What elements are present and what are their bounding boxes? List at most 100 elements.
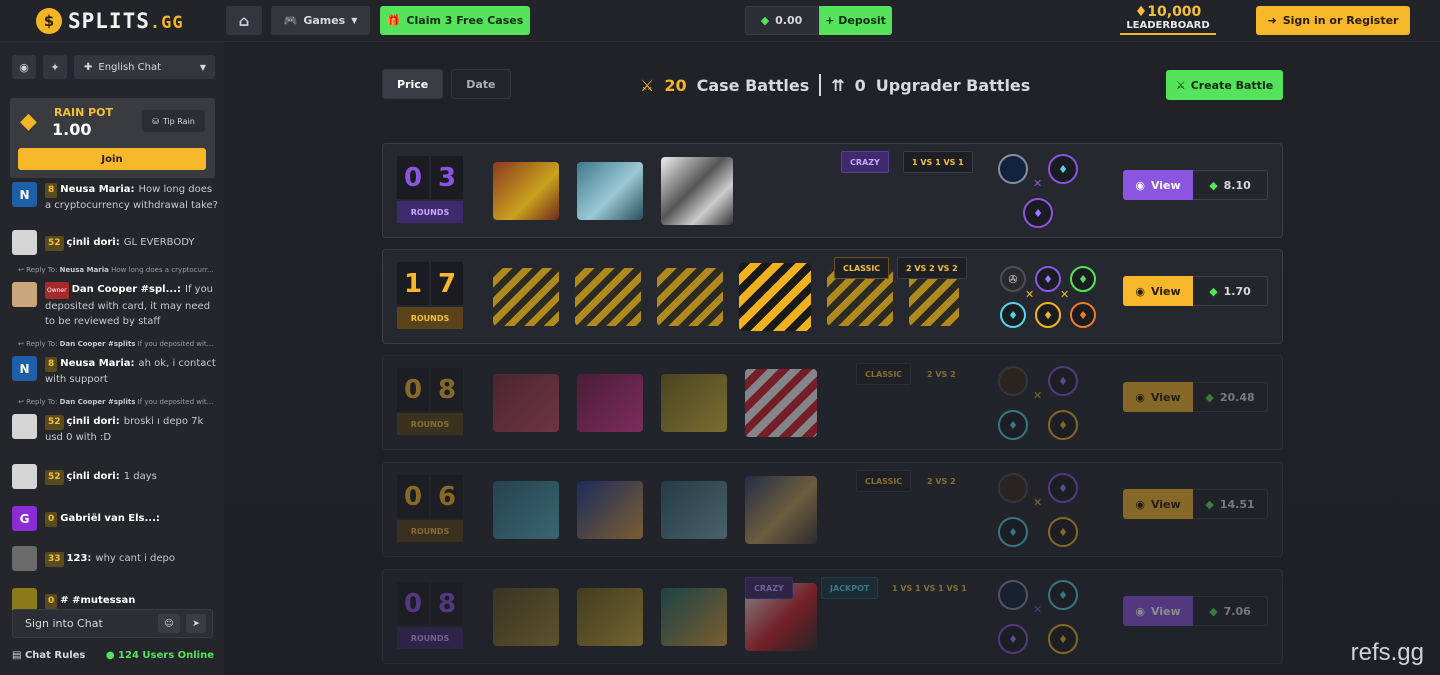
chat-input[interactable]: Sign into Chat ☺ ➤ (12, 609, 213, 638)
diamond-icon: ◆ (20, 109, 37, 134)
battle-row[interactable]: 17 ROUNDS CLASSIC 2 VS 2 VS 2 ✇ ✕ ♦ ✕ ♦ … (382, 249, 1283, 344)
players: ✕ ♦ ♦ (997, 152, 1097, 230)
empty-slot-diamond-icon[interactable]: ♦ (1048, 517, 1078, 547)
games-dropdown[interactable]: 🎮 Games ▼ (271, 6, 370, 35)
emoji-icon[interactable]: ☺ (158, 614, 180, 633)
rounds-label: ROUNDS (397, 201, 463, 223)
empty-slot-diamond-icon[interactable]: ♦ (1035, 302, 1061, 328)
twitter-icon[interactable]: ✦ (43, 55, 67, 79)
case-image (661, 588, 727, 646)
avatar (12, 546, 37, 571)
username[interactable]: Neusa Maria: (60, 184, 134, 195)
empty-slot-diamond-icon[interactable]: ♦ (998, 624, 1028, 654)
uk-flag-icon: ✚ (84, 61, 93, 73)
username[interactable]: Neusa Maria: (60, 358, 134, 369)
avatar (12, 464, 37, 489)
price-value: 20.48 (1219, 390, 1255, 404)
username[interactable]: çinli dori: (67, 237, 120, 248)
round-digit: 7 (431, 262, 463, 305)
deposit-button[interactable]: + Deposit (819, 6, 892, 35)
gamepad-icon: 🎮 (283, 14, 298, 27)
gem-icon: ◆ (1209, 178, 1218, 192)
empty-slot-diamond-icon[interactable]: ♦ (998, 410, 1028, 440)
level-badge: 52 (45, 236, 64, 251)
username[interactable]: Dan Cooper #spl...: (72, 284, 181, 295)
rounds-label: ROUNDS (397, 520, 463, 542)
coins-icon: ⛁ (152, 116, 159, 126)
empty-slot-diamond-icon[interactable]: ♦ (1048, 410, 1078, 440)
deposit-label: Deposit (838, 14, 886, 27)
empty-slot-diamond-icon[interactable]: ♦ (1048, 580, 1078, 610)
username[interactable]: Gabriël van Els...: (60, 513, 160, 524)
rounds-counter: 03 ROUNDS (397, 156, 463, 223)
logo[interactable]: $ SPLITS.GG (36, 8, 184, 34)
round-digit: 6 (431, 475, 463, 518)
empty-slot-diamond-icon[interactable]: ♦ (1070, 302, 1096, 328)
format-tag: 2 VS 2 VS 2 (897, 257, 967, 279)
username[interactable]: çinli dori: (67, 416, 120, 427)
view-battle-button[interactable]: ◉ View (1123, 596, 1193, 626)
empty-slot-diamond-icon[interactable]: ♦ (1048, 473, 1078, 503)
empty-slot-diamond-icon[interactable]: ♦ (1035, 266, 1061, 292)
language-select[interactable]: ✚ English Chat ▼ (74, 55, 215, 79)
swords-icon: ✕ (1025, 288, 1035, 301)
watermark: refs.gg (1350, 639, 1424, 666)
empty-slot-diamond-icon[interactable]: ♦ (1023, 198, 1053, 228)
empty-slot-diamond-icon[interactable]: ♦ (1048, 366, 1078, 396)
format-tag: 1 VS 1 VS 1 (903, 151, 973, 173)
send-icon[interactable]: ➤ (186, 614, 206, 633)
tab-price[interactable]: Price (382, 69, 444, 99)
balance-value: 0.00 (775, 14, 803, 27)
leaderboard-link[interactable]: ♦10,000 LEADERBOARD (1120, 4, 1216, 35)
battle-price: ◆ 14.51 (1193, 489, 1268, 519)
logo-tld: .GG (149, 13, 184, 33)
sign-in-button[interactable]: ➜ Sign in or Register (1256, 6, 1410, 35)
empty-slot-diamond-icon[interactable]: ♦ (998, 517, 1028, 547)
view-battle-button[interactable]: ◉ View (1123, 489, 1193, 519)
discord-icon[interactable]: ◉ (12, 55, 36, 79)
rounds-counter: 08 ROUNDS (397, 582, 463, 649)
reply-reference: ↩ Reply To: Neusa Maria How long does a … (18, 266, 214, 274)
username[interactable]: # #mutessan (60, 595, 135, 606)
empty-slot-diamond-icon[interactable]: ♦ (1048, 154, 1078, 184)
eye-icon: ◉ (1135, 497, 1145, 511)
rain-title: RAIN POT (54, 106, 114, 119)
view-label: View (1150, 604, 1181, 618)
reply-text: If you deposited wit... (137, 398, 214, 406)
diamond-icon: ♦ (1134, 4, 1148, 20)
case-battle-count: 20 (664, 75, 687, 95)
avatar: N (12, 356, 37, 381)
battle-row[interactable]: 08 ROUNDS CRAZY JACKPOT 1 VS 1 VS 1 VS 1… (382, 569, 1283, 664)
reply-reference: ↩ Reply To: Dan Cooper #splits If you de… (18, 340, 214, 348)
battle-row[interactable]: 03 ROUNDS CRAZY 1 VS 1 VS 1 ✕ ♦ ♦ ◉ View … (382, 143, 1283, 238)
reply-reference: ↩ Reply To: Dan Cooper #splits If you de… (18, 398, 214, 406)
join-rain-button[interactable]: Join (18, 148, 206, 170)
empty-slot-diamond-icon[interactable]: ♦ (1070, 266, 1096, 292)
format-tag: 1 VS 1 VS 1 VS 1 (892, 583, 967, 593)
view-battle-button[interactable]: ◉ View (1123, 170, 1193, 200)
tab-date[interactable]: Date (451, 69, 511, 99)
home-button[interactable]: ⌂ (226, 6, 262, 35)
tip-rain-button[interactable]: ⛁ Tip Rain (142, 110, 205, 132)
username[interactable]: çinli dori: (67, 471, 120, 482)
chat-rules-link[interactable]: ▤ Chat Rules (12, 650, 85, 661)
create-battle-button[interactable]: ⚔ Create Battle (1166, 70, 1283, 100)
view-battle-button[interactable]: ◉ View (1123, 382, 1193, 412)
battle-row[interactable]: 06 ROUNDS CLASSIC 2 VS 2 ✕ ♦ ♦ ♦ ◉ View ◆… (382, 462, 1283, 557)
battle-row[interactable]: 08 ROUNDS CLASSIC 2 VS 2 ✕ ♦ ♦ ♦ ◉ View ◆… (382, 355, 1283, 450)
username[interactable]: 123: (67, 553, 92, 564)
reply-user: Dan Cooper #splits (59, 340, 136, 348)
round-digit: 1 (397, 262, 429, 305)
claim-free-cases-button[interactable]: 🎁 Claim 3 Free Cases (380, 6, 530, 35)
empty-slot-diamond-icon[interactable]: ♦ (1000, 302, 1026, 328)
round-digit: 8 (431, 368, 463, 411)
case-list (479, 254, 969, 340)
price-value: 14.51 (1219, 497, 1255, 511)
players: ✇ ✕ ♦ ✕ ♦ ♦ ♦ ♦ (997, 258, 1097, 336)
round-digit: 3 (431, 156, 463, 199)
chat-message: 52 çinli dori: 1 days (10, 464, 220, 489)
players: ✕ ♦ ♦ ♦ (997, 471, 1097, 549)
view-battle-button[interactable]: ◉ View (1123, 276, 1193, 306)
reply-user: Dan Cooper #splits (59, 398, 136, 406)
empty-slot-diamond-icon[interactable]: ♦ (1048, 624, 1078, 654)
